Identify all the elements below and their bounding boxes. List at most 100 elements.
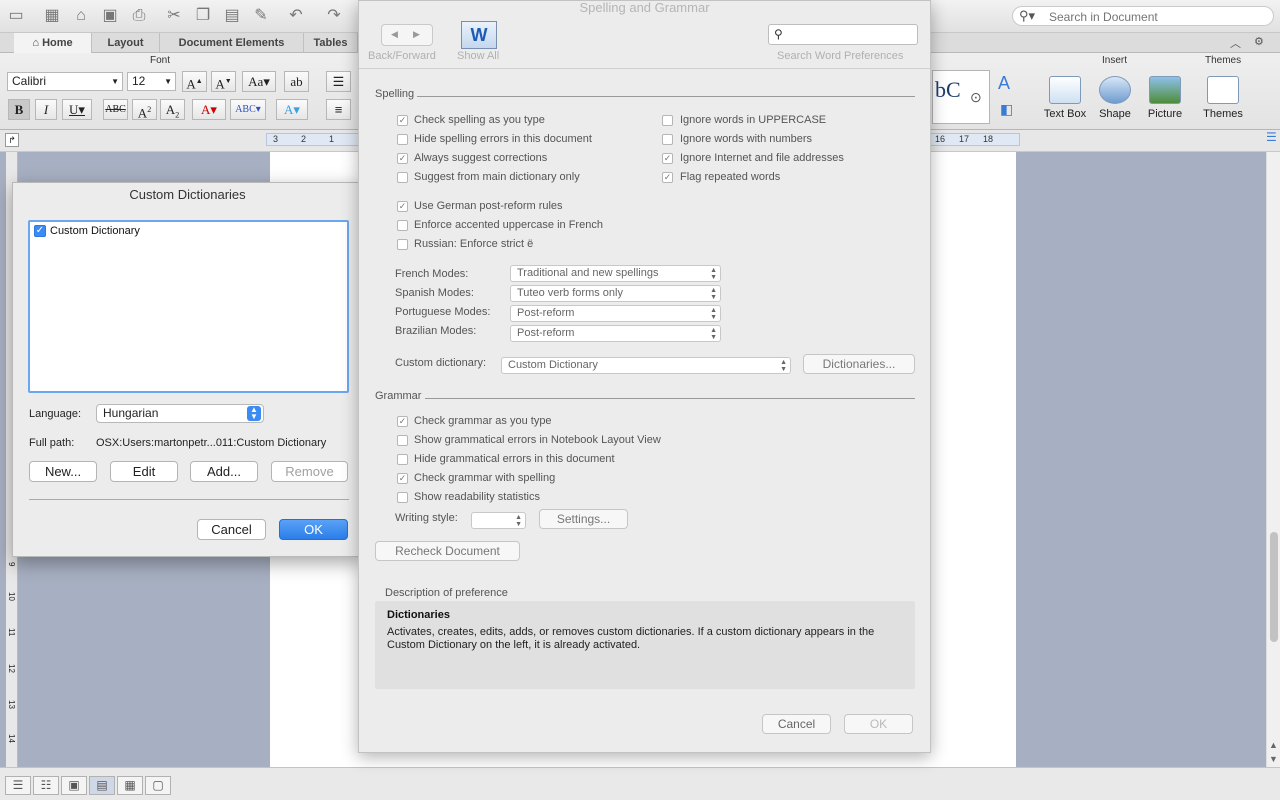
bold-button[interactable]: B	[8, 99, 30, 120]
search-icon[interactable]: ⚲▾	[1019, 8, 1035, 24]
save-icon[interactable]: ▣	[100, 6, 120, 26]
align-left-button[interactable]: ≡	[326, 99, 351, 120]
italic-button[interactable]: I	[35, 99, 57, 120]
open-icon[interactable]: ⌂	[71, 6, 91, 26]
cancel-button[interactable]: Cancel	[762, 714, 831, 734]
bullets-button[interactable]: ☰	[326, 71, 351, 92]
outline-view-button[interactable]: ☷	[33, 776, 59, 795]
back-icon[interactable]: ◀	[391, 29, 398, 40]
brazilian-modes-label: Brazilian Modes:	[395, 325, 477, 337]
always-suggest-checkbox[interactable]: ✓	[397, 153, 408, 164]
paste-icon[interactable]: ▤	[222, 6, 242, 26]
dictionary-checkbox[interactable]: ✓	[34, 225, 46, 237]
scroll-down-icon[interactable]: ▼	[1269, 754, 1278, 764]
portuguese-modes-select[interactable]: Post-reform ▲ ▼	[510, 305, 721, 322]
check-spelling-checkbox[interactable]: ✓	[397, 115, 408, 126]
undo-icon[interactable]: ↶	[286, 6, 306, 26]
templates-icon[interactable]: ▦	[42, 6, 62, 26]
font-size-box[interactable]: 12 ▼	[127, 72, 176, 91]
notebook-view-button[interactable]: ▣	[61, 776, 87, 795]
new-document-icon[interactable]: ▭	[6, 6, 26, 26]
ignore-uppercase-checkbox[interactable]	[662, 115, 673, 126]
flag-repeated-checkbox[interactable]: ✓	[662, 172, 673, 183]
grow-font-button[interactable]: A▲	[182, 71, 207, 92]
edit-button[interactable]: Edit	[110, 461, 178, 482]
add-button[interactable]: Add...	[190, 461, 258, 482]
strikethrough-button[interactable]: ABC	[103, 99, 128, 120]
style-gallery-next-icon[interactable]: ⊙	[970, 89, 982, 106]
ignore-numbers-checkbox[interactable]	[662, 134, 673, 145]
readability-stats-checkbox[interactable]	[397, 492, 408, 503]
text-effects-button[interactable]: A▾	[276, 99, 308, 120]
publishing-view-icon: ▦	[124, 778, 136, 792]
tab-tables[interactable]: Tables	[304, 33, 358, 53]
custom-dictionary-select[interactable]: Custom Dictionary ▲ ▼	[501, 357, 791, 374]
main-dictionary-only-checkbox[interactable]	[397, 172, 408, 183]
scroll-up-icon[interactable]: ▲	[1269, 740, 1278, 750]
clear-formatting-button[interactable]: ab	[284, 71, 309, 92]
themes-button[interactable]: Themes	[1198, 76, 1248, 120]
focus-view-button[interactable]: ▢	[145, 776, 171, 795]
hide-grammar-errors-checkbox[interactable]	[397, 454, 408, 465]
dictionaries-button[interactable]: Dictionaries...	[803, 354, 915, 374]
print-layout-view-button[interactable]: ▤	[89, 776, 115, 795]
cut-icon[interactable]: ✂	[164, 6, 184, 26]
grammar-with-spelling-checkbox[interactable]: ✓	[397, 473, 408, 484]
search-document-input[interactable]	[1049, 9, 1264, 24]
themes-group-title: Themes	[1205, 55, 1242, 66]
tab-home[interactable]: ⌂ Home	[14, 33, 92, 53]
writing-style-select[interactable]: ▲ ▼	[471, 512, 526, 529]
list-item[interactable]: ✓ Custom Dictionary	[32, 224, 332, 240]
remove-button[interactable]: Remove	[271, 461, 348, 482]
picture-button[interactable]: Picture	[1140, 76, 1190, 120]
publishing-view-button[interactable]: ▦	[117, 776, 143, 795]
new-button[interactable]: New...	[29, 461, 97, 482]
recheck-document-button[interactable]: Recheck Document	[375, 541, 520, 561]
subscript-button[interactable]: A2	[160, 99, 185, 120]
tab-document-elements[interactable]: Document Elements	[160, 33, 304, 53]
brazilian-modes-select[interactable]: Post-reform ▲ ▼	[510, 325, 721, 342]
redo-icon[interactable]: ↷	[324, 6, 344, 26]
french-accented-checkbox[interactable]	[397, 220, 408, 231]
settings-button[interactable]: Settings...	[539, 509, 628, 529]
vertical-scrollbar[interactable]: ▲ ▼	[1266, 152, 1280, 767]
copy-icon[interactable]: ❐	[193, 6, 213, 26]
dictionary-list[interactable]: ✓ Custom Dictionary	[28, 220, 349, 393]
russian-strict-checkbox[interactable]	[397, 239, 408, 250]
ignore-internet-checkbox[interactable]: ✓	[662, 153, 673, 164]
check-grammar-checkbox[interactable]: ✓	[397, 416, 408, 427]
shape-button[interactable]: Shape	[1092, 76, 1138, 120]
superscript-button[interactable]: A2	[132, 99, 157, 120]
french-modes-select[interactable]: Traditional and new spellings ▲ ▼	[510, 265, 721, 282]
notebook-errors-label: Show grammatical errors in Notebook Layo…	[414, 434, 661, 446]
split-view-icon[interactable]: ☰	[1266, 130, 1277, 144]
highlight-button[interactable]: ABC▾	[230, 99, 266, 120]
scrollbar-thumb[interactable]	[1270, 532, 1278, 642]
text-box-button[interactable]: Text Box	[1040, 76, 1090, 120]
print-icon[interactable]: ⎙	[129, 6, 149, 26]
shrink-font-button[interactable]: A▼	[211, 71, 236, 92]
underline-button[interactable]: U▾	[62, 99, 92, 120]
spanish-modes-select[interactable]: Tuteo verb forms only ▲ ▼	[510, 285, 721, 302]
notebook-errors-checkbox[interactable]	[397, 435, 408, 446]
forward-icon[interactable]: ▶	[413, 29, 420, 40]
show-all-icon[interactable]: W	[461, 21, 497, 49]
language-select[interactable]: Hungarian ▲ ▼	[96, 404, 264, 423]
collapse-ribbon-icon[interactable]: ︿	[1230, 35, 1241, 51]
german-post-reform-checkbox[interactable]: ✓	[397, 201, 408, 212]
ok-button[interactable]: OK	[279, 519, 348, 540]
change-case-button[interactable]: Aa▾	[242, 71, 276, 92]
draft-view-button[interactable]: ☰	[5, 776, 31, 795]
text-direction-icon[interactable]: ◧	[1000, 101, 1013, 118]
tab-stop-selector-icon[interactable]: ↱	[5, 133, 19, 147]
font-color-button[interactable]: A▾	[192, 99, 226, 120]
search-preferences-field[interactable]: ⚲	[768, 24, 918, 45]
font-name-box[interactable]: Calibri ▼	[7, 72, 123, 91]
cancel-button[interactable]: Cancel	[197, 519, 266, 540]
text-styles-icon[interactable]: A	[998, 73, 1010, 94]
ribbon-settings-icon[interactable]: ⚙	[1254, 35, 1264, 48]
format-painter-icon[interactable]: ✎	[251, 6, 271, 26]
hide-spelling-errors-checkbox[interactable]	[397, 134, 408, 145]
tab-layout[interactable]: Layout	[92, 33, 160, 53]
ok-button[interactable]: OK	[844, 714, 913, 734]
